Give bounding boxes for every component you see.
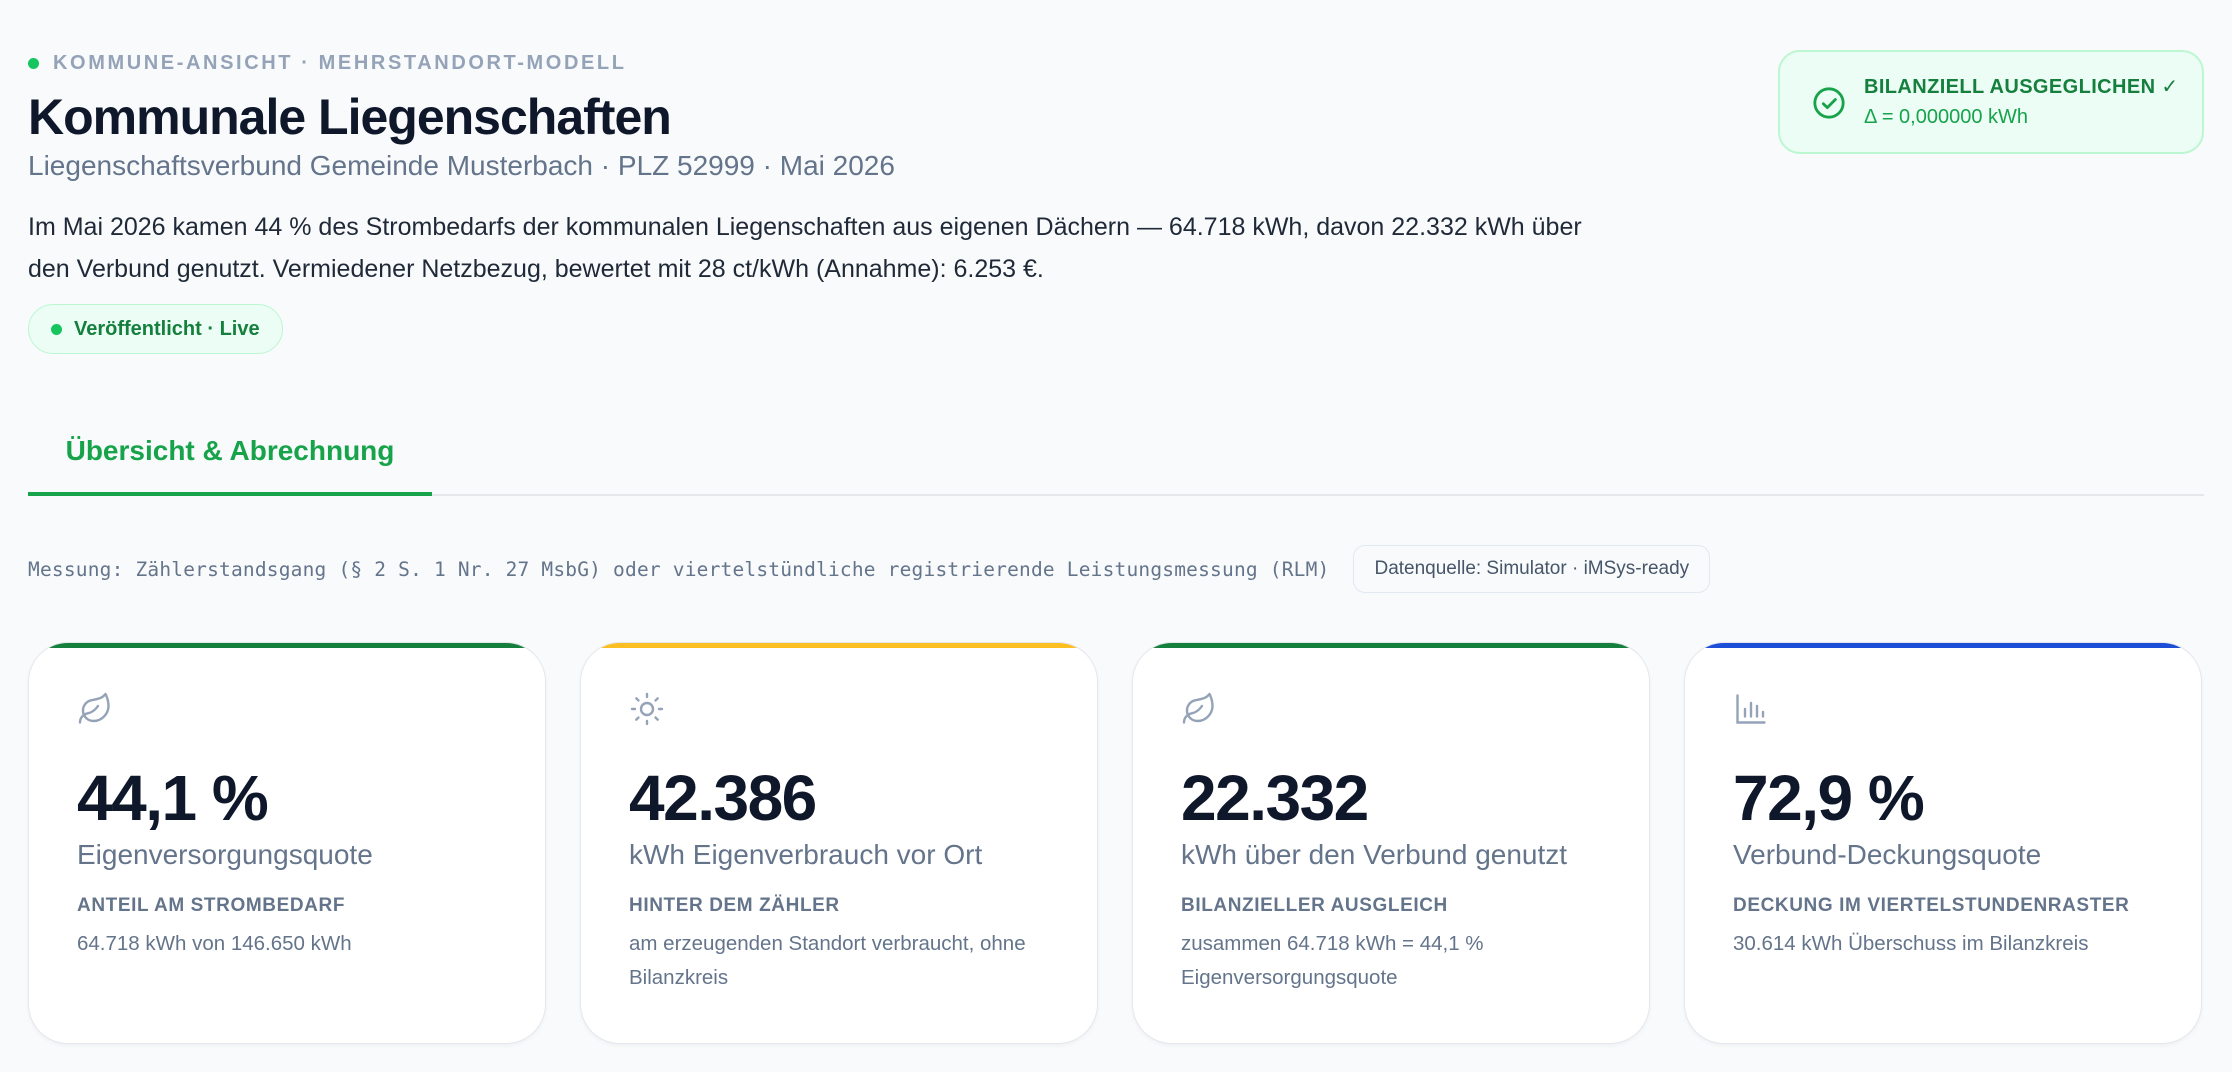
kpi-kicker: HINTER DEM ZÄHLER: [629, 895, 840, 916]
page-title: Kommunale Liegenschaften: [28, 89, 672, 145]
kpi-description: zusammen 64.718 kWh = 44,1 % Eigenversor…: [1181, 932, 1484, 989]
card-accent-bar: [29, 643, 545, 648]
status-dot: [28, 58, 39, 69]
kpi-label: Verbund-Deckungsquote: [1733, 839, 2042, 870]
balance-status-title: BILANZIELL AUSGEGLICHEN ✓: [1864, 76, 2179, 98]
publish-status-label: Veröffentlicht · Live: [74, 317, 260, 340]
kpi-value: 22.332: [1181, 762, 1369, 834]
kpi-description: am erzeugenden Standort verbraucht, ohne…: [629, 932, 1026, 989]
kpi-value: 44,1 %: [77, 762, 269, 834]
kpi-value: 42.386: [629, 762, 817, 834]
kpi-kicker: ANTEIL AM STROMBEDARF: [77, 895, 346, 916]
page: KOMMUNE-ANSICHT · MEHRSTANDORT-MODELL Ko…: [0, 0, 2232, 1072]
kpi-label: kWh über den Verbund genutzt: [1181, 839, 1568, 870]
publish-status-badge: Veröffentlicht · Live: [28, 304, 283, 354]
view-eyebrow: KOMMUNE-ANSICHT · MEHRSTANDORT-MODELL: [28, 52, 627, 75]
balance-status-box: BILANZIELL AUSGEGLICHEN ✓ Δ = 0,000000 k…: [1778, 50, 2204, 154]
card-accent-bar: [1685, 643, 2201, 648]
tab-bar: Übersicht & Abrechnung: [28, 410, 2204, 496]
measurement-note: Messung: Zählerstandsgang (§ 2 S. 1 Nr. …: [28, 557, 1330, 581]
balance-delta: Δ = 0,000000 kWh: [1864, 106, 2029, 128]
leaf-icon: [1182, 692, 1214, 724]
tab-uebersicht-abrechnung[interactable]: Übersicht & Abrechnung: [28, 410, 432, 496]
kpi-description: 30.614 kWh Überschuss im Bilanzkreis: [1733, 932, 2089, 955]
kpi-card-eigenversorgungsquote: 44,1 % Eigenversorgungsquote ANTEIL AM S…: [28, 642, 546, 1044]
kpi-label: Eigenversorgungsquote: [77, 839, 373, 870]
kpi-card-verbund-deckungsquote: 72,9 % Verbund-Deckungsquote DECKUNG IM …: [1684, 642, 2202, 1044]
data-source-badge: Datenquelle: Simulator · iMSys-ready: [1353, 545, 1711, 593]
kpi-value: 72,9 %: [1733, 762, 1925, 834]
kpi-cards: 44,1 % Eigenversorgungsquote ANTEIL AM S…: [28, 642, 2202, 1044]
measurement-info: Messung: Zählerstandsgang (§ 2 S. 1 Nr. …: [28, 544, 1711, 594]
check-circle-icon: [1813, 87, 1845, 119]
kpi-card-verbund-genutzt: 22.332 kWh über den Verbund genutzt BILA…: [1132, 642, 1650, 1044]
card-accent-bar: [1133, 643, 1649, 648]
summary-text: Im Mai 2026 kamen 44 % des Strombedarfs …: [28, 213, 1582, 283]
kpi-kicker: BILANZIELLER AUSGLEICH: [1181, 895, 1448, 916]
sun-icon: [630, 692, 664, 726]
kpi-label: kWh Eigenverbrauch vor Ort: [629, 839, 983, 870]
live-dot: [51, 323, 62, 335]
leaf-icon: [78, 692, 110, 724]
kpi-card-eigenverbrauch: 42.386 kWh Eigenverbrauch vor Ort HINTER…: [580, 642, 1098, 1044]
card-accent-bar: [581, 643, 1097, 648]
kpi-description: 64.718 kWh von 146.650 kWh: [77, 932, 352, 955]
bar-chart-icon: [1736, 694, 1766, 724]
page-subtitle: Liegenschaftsverbund Gemeinde Musterbach…: [28, 150, 895, 181]
eyebrow-text: KOMMUNE-ANSICHT · MEHRSTANDORT-MODELL: [53, 52, 627, 74]
kpi-kicker: DECKUNG IM VIERTELSTUNDENRASTER: [1733, 895, 2130, 916]
